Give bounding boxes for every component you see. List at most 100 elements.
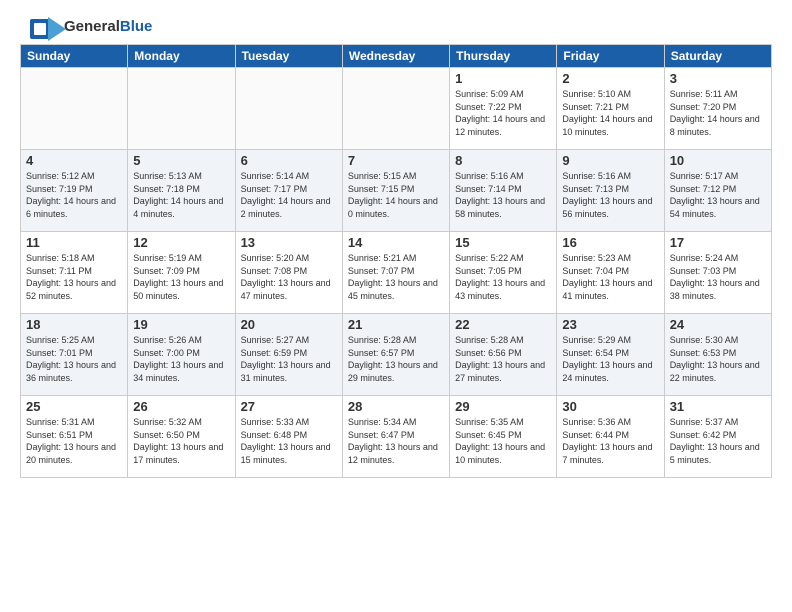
table-row: 17 Sunrise: 5:24 AM Sunset: 7:03 PM Dayl… <box>664 232 771 314</box>
day-info: Sunrise: 5:20 AM Sunset: 7:08 PM Dayligh… <box>241 252 337 302</box>
table-row: 21 Sunrise: 5:28 AM Sunset: 6:57 PM Dayl… <box>342 314 449 396</box>
day-info: Sunrise: 5:34 AM Sunset: 6:47 PM Dayligh… <box>348 416 444 466</box>
table-row: 25 Sunrise: 5:31 AM Sunset: 6:51 PM Dayl… <box>21 396 128 478</box>
calendar-header-row: Sunday Monday Tuesday Wednesday Thursday… <box>21 45 772 68</box>
table-row: 29 Sunrise: 5:35 AM Sunset: 6:45 PM Dayl… <box>450 396 557 478</box>
day-info: Sunrise: 5:36 AM Sunset: 6:44 PM Dayligh… <box>562 416 658 466</box>
col-sunday: Sunday <box>21 45 128 68</box>
day-number: 8 <box>455 153 551 168</box>
day-number: 1 <box>455 71 551 86</box>
day-info: Sunrise: 5:16 AM Sunset: 7:13 PM Dayligh… <box>562 170 658 220</box>
table-row: 14 Sunrise: 5:21 AM Sunset: 7:07 PM Dayl… <box>342 232 449 314</box>
table-row: 11 Sunrise: 5:18 AM Sunset: 7:11 PM Dayl… <box>21 232 128 314</box>
day-number: 3 <box>670 71 766 86</box>
table-row: 24 Sunrise: 5:30 AM Sunset: 6:53 PM Dayl… <box>664 314 771 396</box>
calendar-week-row: 25 Sunrise: 5:31 AM Sunset: 6:51 PM Dayl… <box>21 396 772 478</box>
table-row: 19 Sunrise: 5:26 AM Sunset: 7:00 PM Dayl… <box>128 314 235 396</box>
day-info: Sunrise: 5:30 AM Sunset: 6:53 PM Dayligh… <box>670 334 766 384</box>
table-row: 16 Sunrise: 5:23 AM Sunset: 7:04 PM Dayl… <box>557 232 664 314</box>
day-info: Sunrise: 5:23 AM Sunset: 7:04 PM Dayligh… <box>562 252 658 302</box>
day-info: Sunrise: 5:35 AM Sunset: 6:45 PM Dayligh… <box>455 416 551 466</box>
col-saturday: Saturday <box>664 45 771 68</box>
page-header: GeneralBlue <box>10 5 782 44</box>
day-number: 26 <box>133 399 229 414</box>
day-info: Sunrise: 5:13 AM Sunset: 7:18 PM Dayligh… <box>133 170 229 220</box>
table-row: 3 Sunrise: 5:11 AM Sunset: 7:20 PM Dayli… <box>664 68 771 150</box>
day-info: Sunrise: 5:33 AM Sunset: 6:48 PM Dayligh… <box>241 416 337 466</box>
day-info: Sunrise: 5:24 AM Sunset: 7:03 PM Dayligh… <box>670 252 766 302</box>
table-row: 23 Sunrise: 5:29 AM Sunset: 6:54 PM Dayl… <box>557 314 664 396</box>
day-number: 24 <box>670 317 766 332</box>
table-row: 6 Sunrise: 5:14 AM Sunset: 7:17 PM Dayli… <box>235 150 342 232</box>
day-info: Sunrise: 5:11 AM Sunset: 7:20 PM Dayligh… <box>670 88 766 138</box>
table-row <box>21 68 128 150</box>
table-row: 4 Sunrise: 5:12 AM Sunset: 7:19 PM Dayli… <box>21 150 128 232</box>
day-number: 28 <box>348 399 444 414</box>
day-info: Sunrise: 5:26 AM Sunset: 7:00 PM Dayligh… <box>133 334 229 384</box>
day-number: 11 <box>26 235 122 250</box>
day-number: 22 <box>455 317 551 332</box>
table-row: 13 Sunrise: 5:20 AM Sunset: 7:08 PM Dayl… <box>235 232 342 314</box>
table-row: 27 Sunrise: 5:33 AM Sunset: 6:48 PM Dayl… <box>235 396 342 478</box>
day-info: Sunrise: 5:22 AM Sunset: 7:05 PM Dayligh… <box>455 252 551 302</box>
table-row <box>342 68 449 150</box>
day-number: 14 <box>348 235 444 250</box>
day-number: 18 <box>26 317 122 332</box>
col-tuesday: Tuesday <box>235 45 342 68</box>
table-row: 15 Sunrise: 5:22 AM Sunset: 7:05 PM Dayl… <box>450 232 557 314</box>
day-number: 5 <box>133 153 229 168</box>
day-info: Sunrise: 5:14 AM Sunset: 7:17 PM Dayligh… <box>241 170 337 220</box>
day-info: Sunrise: 5:21 AM Sunset: 7:07 PM Dayligh… <box>348 252 444 302</box>
day-info: Sunrise: 5:25 AM Sunset: 7:01 PM Dayligh… <box>26 334 122 384</box>
table-row: 22 Sunrise: 5:28 AM Sunset: 6:56 PM Dayl… <box>450 314 557 396</box>
day-number: 13 <box>241 235 337 250</box>
day-number: 2 <box>562 71 658 86</box>
logo: GeneralBlue <box>30 15 152 39</box>
calendar-week-row: 1 Sunrise: 5:09 AM Sunset: 7:22 PM Dayli… <box>21 68 772 150</box>
day-number: 20 <box>241 317 337 332</box>
day-info: Sunrise: 5:27 AM Sunset: 6:59 PM Dayligh… <box>241 334 337 384</box>
col-wednesday: Wednesday <box>342 45 449 68</box>
day-info: Sunrise: 5:32 AM Sunset: 6:50 PM Dayligh… <box>133 416 229 466</box>
page-wrapper: GeneralBlue Sunday Monday Tuesday Wednes… <box>0 0 792 483</box>
table-row: 10 Sunrise: 5:17 AM Sunset: 7:12 PM Dayl… <box>664 150 771 232</box>
table-row: 5 Sunrise: 5:13 AM Sunset: 7:18 PM Dayli… <box>128 150 235 232</box>
table-row: 31 Sunrise: 5:37 AM Sunset: 6:42 PM Dayl… <box>664 396 771 478</box>
day-info: Sunrise: 5:15 AM Sunset: 7:15 PM Dayligh… <box>348 170 444 220</box>
day-info: Sunrise: 5:28 AM Sunset: 6:56 PM Dayligh… <box>455 334 551 384</box>
day-number: 29 <box>455 399 551 414</box>
col-thursday: Thursday <box>450 45 557 68</box>
day-number: 19 <box>133 317 229 332</box>
col-friday: Friday <box>557 45 664 68</box>
table-row: 30 Sunrise: 5:36 AM Sunset: 6:44 PM Dayl… <box>557 396 664 478</box>
day-number: 21 <box>348 317 444 332</box>
calendar-week-row: 4 Sunrise: 5:12 AM Sunset: 7:19 PM Dayli… <box>21 150 772 232</box>
table-row: 28 Sunrise: 5:34 AM Sunset: 6:47 PM Dayl… <box>342 396 449 478</box>
table-row: 18 Sunrise: 5:25 AM Sunset: 7:01 PM Dayl… <box>21 314 128 396</box>
day-info: Sunrise: 5:29 AM Sunset: 6:54 PM Dayligh… <box>562 334 658 384</box>
table-row: 20 Sunrise: 5:27 AM Sunset: 6:59 PM Dayl… <box>235 314 342 396</box>
day-info: Sunrise: 5:18 AM Sunset: 7:11 PM Dayligh… <box>26 252 122 302</box>
calendar-week-row: 11 Sunrise: 5:18 AM Sunset: 7:11 PM Dayl… <box>21 232 772 314</box>
day-info: Sunrise: 5:12 AM Sunset: 7:19 PM Dayligh… <box>26 170 122 220</box>
table-row: 26 Sunrise: 5:32 AM Sunset: 6:50 PM Dayl… <box>128 396 235 478</box>
day-info: Sunrise: 5:31 AM Sunset: 6:51 PM Dayligh… <box>26 416 122 466</box>
calendar-week-row: 18 Sunrise: 5:25 AM Sunset: 7:01 PM Dayl… <box>21 314 772 396</box>
day-number: 27 <box>241 399 337 414</box>
day-number: 6 <box>241 153 337 168</box>
table-row <box>235 68 342 150</box>
day-number: 7 <box>348 153 444 168</box>
logo-icon <box>30 15 60 39</box>
day-info: Sunrise: 5:10 AM Sunset: 7:21 PM Dayligh… <box>562 88 658 138</box>
table-row: 12 Sunrise: 5:19 AM Sunset: 7:09 PM Dayl… <box>128 232 235 314</box>
day-number: 9 <box>562 153 658 168</box>
day-number: 31 <box>670 399 766 414</box>
table-row: 2 Sunrise: 5:10 AM Sunset: 7:21 PM Dayli… <box>557 68 664 150</box>
day-number: 23 <box>562 317 658 332</box>
calendar-table: Sunday Monday Tuesday Wednesday Thursday… <box>20 44 772 478</box>
logo-text: GeneralBlue <box>64 19 152 36</box>
table-row <box>128 68 235 150</box>
table-row: 9 Sunrise: 5:16 AM Sunset: 7:13 PM Dayli… <box>557 150 664 232</box>
table-row: 1 Sunrise: 5:09 AM Sunset: 7:22 PM Dayli… <box>450 68 557 150</box>
day-info: Sunrise: 5:09 AM Sunset: 7:22 PM Dayligh… <box>455 88 551 138</box>
